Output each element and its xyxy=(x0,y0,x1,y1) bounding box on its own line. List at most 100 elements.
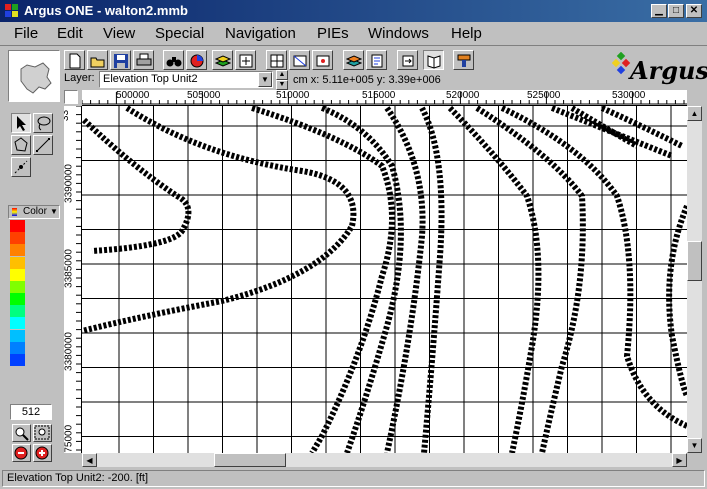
lasso-icon xyxy=(37,116,51,131)
zoom-level-field[interactable]: 512 xyxy=(10,404,52,420)
x-tick-label: 525000 xyxy=(527,90,561,101)
layers-icon xyxy=(215,55,231,67)
contour-line xyxy=(82,106,357,334)
x-tick-label: 510000 xyxy=(276,90,310,101)
save-button[interactable] xyxy=(110,50,131,70)
print-button[interactable] xyxy=(133,50,154,70)
menu-navigation[interactable]: Navigation xyxy=(225,25,296,42)
layer-down-button[interactable]: ▼ xyxy=(276,80,288,90)
domain-button[interactable] xyxy=(312,50,333,70)
layer-select[interactable]: Elevation Top Unit2 ▼ xyxy=(99,71,273,88)
color-scale-swatch xyxy=(10,268,25,281)
scroll-left-arrow-icon[interactable]: ◀ xyxy=(82,453,97,467)
grid-icon xyxy=(270,54,284,68)
menu-pies[interactable]: PIEs xyxy=(317,25,349,42)
export-icon xyxy=(402,55,414,67)
line-icon xyxy=(36,138,50,152)
menu-bar: File Edit View Special Navigation PIEs W… xyxy=(0,23,707,45)
menu-windows[interactable]: Windows xyxy=(368,25,429,42)
point-tool-button[interactable] xyxy=(11,157,31,177)
vertical-scroll-thumb[interactable] xyxy=(687,241,702,281)
zoom-out-icon xyxy=(14,446,28,460)
layer-stack-icon xyxy=(346,55,362,67)
menu-help[interactable]: Help xyxy=(451,25,482,42)
color-scale-swatch xyxy=(10,280,25,293)
point-line-icon xyxy=(14,160,28,174)
overview-map-icon xyxy=(20,62,52,94)
new-file-button[interactable] xyxy=(64,50,85,70)
contour-line xyxy=(475,106,586,453)
zoom-in-button[interactable] xyxy=(33,444,52,462)
contour-line xyxy=(447,106,542,453)
export-button[interactable] xyxy=(397,50,418,70)
layer-select-value: Elevation Top Unit2 xyxy=(103,73,198,85)
polygon-tool-button[interactable] xyxy=(11,135,31,155)
contour-line xyxy=(600,106,684,149)
zoom-in-icon xyxy=(35,446,49,460)
open-file-button[interactable] xyxy=(87,50,108,70)
scroll-right-arrow-icon[interactable]: ▶ xyxy=(672,453,687,467)
x-tick-label: 500000 xyxy=(116,90,150,101)
overview-thumbnail[interactable] xyxy=(8,50,60,102)
zoom-box-button[interactable] xyxy=(33,424,52,442)
ruler-corner xyxy=(64,90,78,104)
line-tool-button[interactable] xyxy=(33,135,53,155)
color-dropdown-arrow-icon[interactable]: ▼ xyxy=(50,207,58,216)
pie-icon xyxy=(190,54,204,68)
mesh-button[interactable] xyxy=(289,50,310,70)
notes-icon xyxy=(371,54,383,68)
map-canvas[interactable] xyxy=(82,106,687,453)
find-button[interactable] xyxy=(163,50,184,70)
menu-divider xyxy=(0,45,707,46)
app-icon xyxy=(5,4,18,17)
polygon-icon xyxy=(14,137,28,152)
notes-button[interactable] xyxy=(366,50,387,70)
grid-button[interactable] xyxy=(266,50,287,70)
menu-view[interactable]: View xyxy=(103,25,135,42)
status-bar: Elevation Top Unit2: -200. [ft] xyxy=(2,470,705,487)
select-tool-button[interactable] xyxy=(11,113,31,133)
contour-line xyxy=(384,106,426,453)
horizontal-scroll-thumb[interactable] xyxy=(214,453,286,467)
open-folder-icon xyxy=(90,57,105,68)
save-icon xyxy=(114,54,128,68)
layers-button[interactable] xyxy=(212,50,233,70)
run-button[interactable] xyxy=(453,50,474,70)
color-scale-swatch xyxy=(10,256,25,269)
y-tick-label: 3390000 xyxy=(64,164,75,203)
pie-tool-button[interactable] xyxy=(186,50,207,70)
book-button[interactable] xyxy=(423,50,444,70)
horizontal-ruler: 500000 505000 510000 515000 520000 52500… xyxy=(82,90,687,106)
maximize-button[interactable]: □ xyxy=(668,4,684,18)
layer-up-button[interactable]: ▲ xyxy=(276,70,288,80)
zoom-fit-button[interactable] xyxy=(235,50,256,70)
binoculars-icon xyxy=(166,57,182,67)
run-icon xyxy=(457,54,471,67)
zoom-window-button[interactable] xyxy=(12,424,31,442)
close-button[interactable]: ✕ xyxy=(686,4,702,18)
zoom-out-button[interactable] xyxy=(12,444,31,462)
arrow-pointer-icon xyxy=(17,116,26,131)
menu-file[interactable]: File xyxy=(14,25,38,42)
menu-special[interactable]: Special xyxy=(155,25,204,42)
mesh-icon xyxy=(293,55,307,67)
layer-dropdown-arrow-icon[interactable]: ▼ xyxy=(258,72,272,87)
minimize-button[interactable]: ▁ xyxy=(651,4,667,18)
scroll-down-arrow-icon[interactable]: ▼ xyxy=(687,438,702,453)
layer-label: Layer: xyxy=(64,72,95,84)
new-file-icon xyxy=(69,53,81,69)
scroll-up-arrow-icon[interactable]: ▲ xyxy=(687,106,702,121)
y-tick-label: 33 xyxy=(64,109,72,122)
horizontal-scrollbar[interactable]: ◀ ▶ xyxy=(82,453,687,467)
color-scale-swatch xyxy=(10,232,25,245)
color-scale xyxy=(10,220,25,366)
lasso-tool-button[interactable] xyxy=(33,113,53,133)
y-tick-label: 375000 xyxy=(64,424,75,453)
vertical-scrollbar[interactable]: ▲ ▼ xyxy=(687,106,702,453)
magnifier-icon xyxy=(15,427,29,441)
menu-edit[interactable]: Edit xyxy=(57,25,83,42)
contour-line xyxy=(251,106,395,453)
layer-info-button[interactable] xyxy=(343,50,364,70)
color-mode-select[interactable]: Color ▼ xyxy=(8,205,60,219)
zoom-extent-icon xyxy=(239,54,253,68)
